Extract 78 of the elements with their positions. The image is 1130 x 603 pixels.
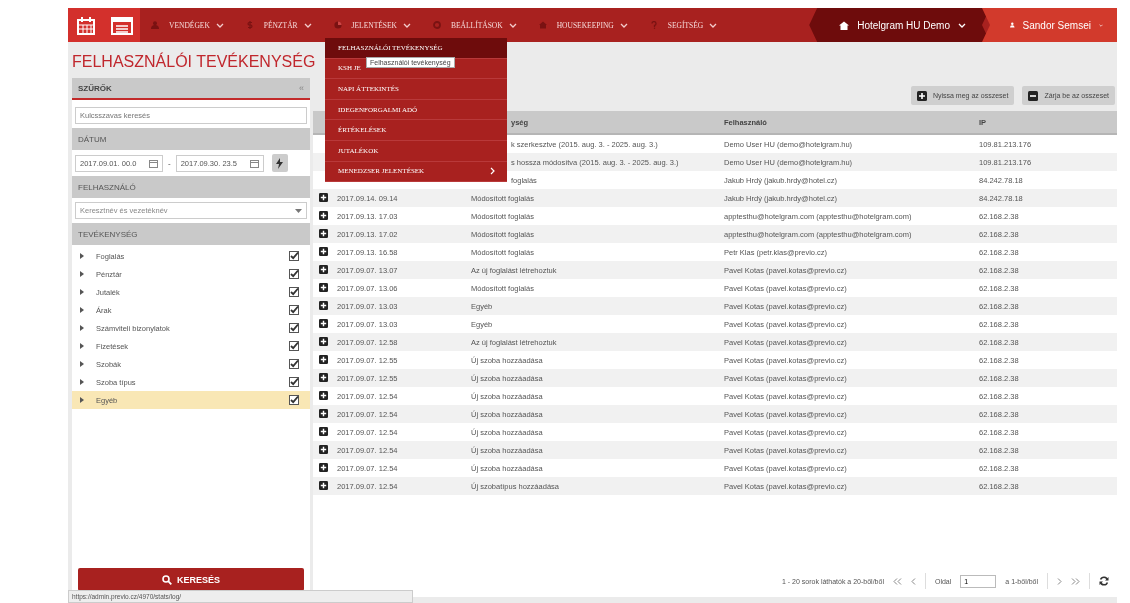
checkbox[interactable] [289, 341, 299, 351]
user-menu[interactable]: Sandor Semsei [982, 8, 1117, 42]
chevron-down-icon [303, 22, 312, 28]
expand-row-icon[interactable] [318, 228, 328, 238]
house-icon [538, 21, 547, 29]
minus-square-icon [1028, 90, 1039, 101]
expand-arrow-icon [80, 307, 84, 313]
question-icon [649, 21, 658, 29]
section-header: DÁTUM [72, 128, 310, 150]
double-chevron-left-icon [892, 577, 902, 585]
chevron-right-icon [490, 167, 495, 176]
expand-row-icon[interactable] [318, 444, 328, 454]
expand-row-icon[interactable] [318, 210, 328, 220]
expand-arrow-icon [80, 379, 84, 385]
expand-row-icon[interactable] [318, 318, 328, 328]
section-header: FELHASZNÁLÓ [72, 176, 310, 198]
plus-square-icon [916, 90, 927, 101]
chevron-down-icon [958, 22, 966, 28]
expand-row-icon[interactable] [318, 462, 328, 472]
expand-row-icon[interactable] [318, 336, 328, 346]
checkbox[interactable] [289, 251, 299, 261]
double-chevron-right-icon [1071, 577, 1080, 585]
filters-title: SZŰRŐK [78, 83, 112, 93]
expand-arrow-icon [80, 397, 84, 403]
expand-row-icon[interactable] [318, 192, 328, 202]
chevron-down-icon [619, 22, 628, 28]
expand-arrow-icon [80, 325, 84, 331]
chevron-left-icon [910, 577, 916, 585]
dollar-icon [245, 21, 254, 29]
expand-arrow-icon [80, 343, 84, 349]
chevron-down-icon [403, 22, 411, 28]
dropdown-arrow-icon [295, 208, 302, 213]
section-header: TEVÉKENYSÉG [72, 223, 310, 245]
chevron-down-icon [709, 22, 718, 28]
quick-date-button[interactable] [271, 154, 288, 172]
expand-row-icon[interactable] [318, 372, 328, 382]
checkbox[interactable] [289, 395, 299, 405]
expand-row-icon[interactable] [318, 390, 328, 400]
refresh-icon [1099, 576, 1109, 586]
search-button[interactable]: KERESÉS [78, 568, 304, 591]
expand-row-icon[interactable] [318, 282, 328, 292]
chevron-right-icon [1057, 577, 1062, 585]
expand-arrow-icon [80, 271, 84, 277]
list-icon [111, 17, 133, 35]
expand-row-icon[interactable] [318, 246, 328, 256]
expand-row-icon[interactable] [318, 300, 328, 310]
search-icon [162, 574, 172, 585]
expand-row-icon[interactable] [318, 354, 328, 364]
refresh-button[interactable] [1099, 576, 1109, 586]
expand-row-icon[interactable] [318, 264, 328, 274]
chevron-down-icon [215, 22, 224, 28]
checkbox[interactable] [289, 305, 299, 315]
expand-arrow-icon [80, 253, 84, 259]
expand-row-icon[interactable] [318, 426, 328, 436]
person-icon [151, 21, 159, 29]
chevron-down-icon [508, 22, 517, 28]
calendar-button[interactable] [68, 8, 104, 44]
calendar-icon [76, 16, 96, 36]
expand-arrow-icon [80, 289, 84, 295]
lightning-icon [276, 157, 284, 169]
calendar-icon [249, 158, 259, 168]
checkbox[interactable] [289, 377, 299, 387]
checkbox[interactable] [289, 269, 299, 279]
range-dash: - [168, 158, 171, 168]
calendar-icon [149, 158, 158, 168]
person-icon [1010, 20, 1015, 30]
pie-chart-icon [333, 21, 342, 29]
expand-row-icon[interactable] [318, 480, 328, 490]
house-icon [839, 20, 850, 30]
checkbox[interactable] [289, 359, 299, 369]
gear-icon [433, 21, 441, 29]
expand-arrow-icon [80, 361, 84, 367]
checkbox[interactable] [289, 323, 299, 333]
list-button[interactable] [104, 8, 140, 44]
chevron-down-icon [1098, 22, 1103, 28]
checkbox[interactable] [289, 287, 299, 297]
page-title: FELHASZNÁLÓI TEVÉKENYSÉG [72, 53, 316, 71]
expand-row-icon[interactable] [318, 408, 328, 418]
